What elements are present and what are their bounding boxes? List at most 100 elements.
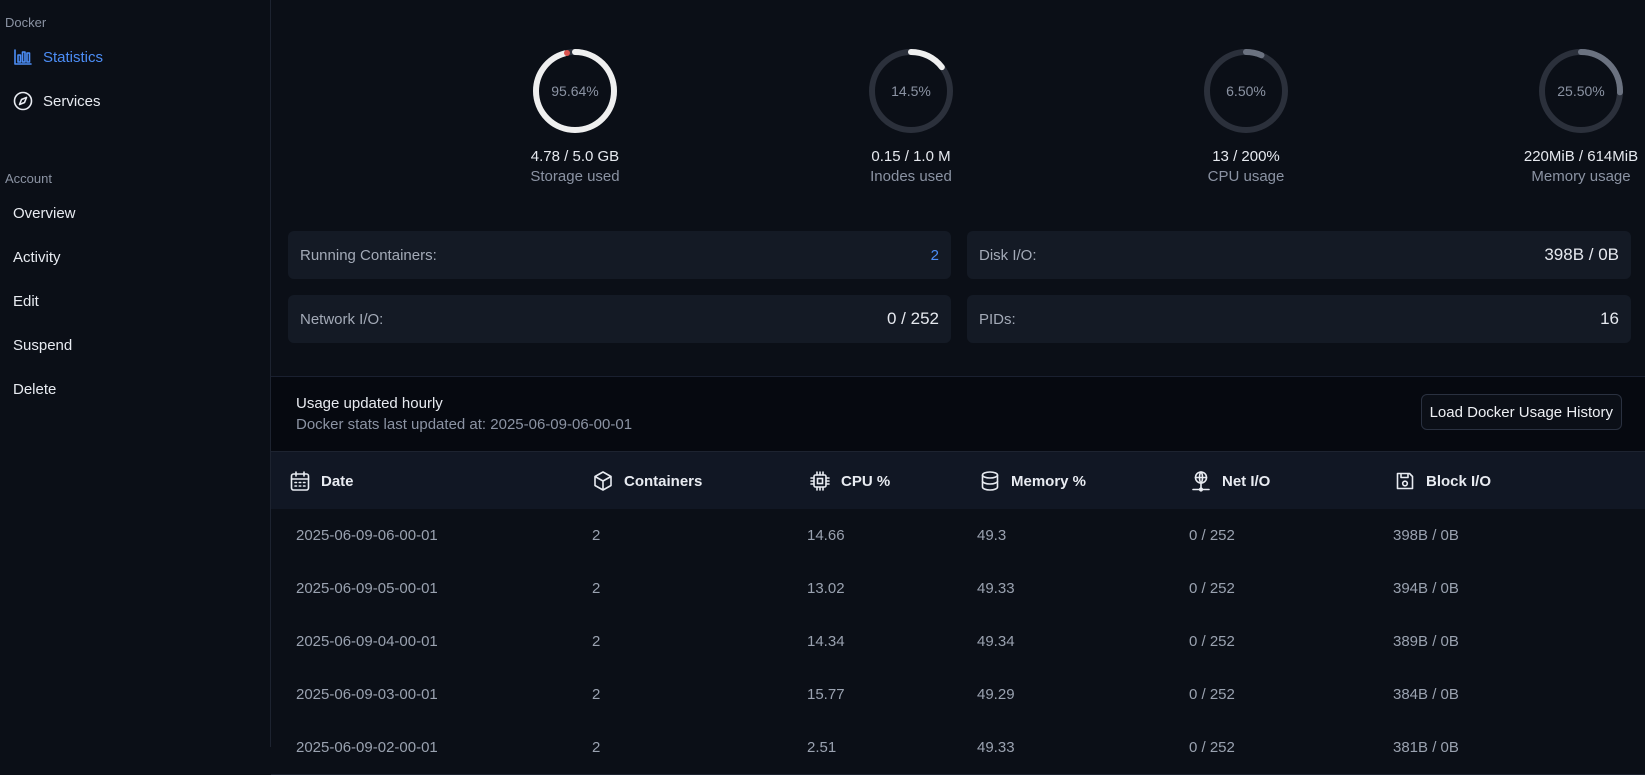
storage-gauge: 95.64% 4.78 / 5.0 GB Storage used: [455, 46, 695, 185]
cell-cpu: 14.66: [807, 527, 845, 544]
gauge-percent: 6.50%: [1226, 83, 1266, 99]
column-label: Memory %: [1011, 472, 1087, 490]
sidebar-item-label: Statistics: [43, 48, 104, 66]
cell-containers: 2: [592, 527, 601, 544]
cell-memory: 49.34: [977, 633, 1015, 650]
cell-memory: 49.29: [977, 686, 1015, 703]
inodes-ring: 14.5%: [869, 49, 953, 133]
column-header-date[interactable]: Date: [289, 452, 354, 510]
gauge-percent: 14.5%: [891, 83, 931, 99]
gauge-label: Storage used: [530, 168, 620, 185]
gauge-value: 220MiB / 614MiB: [1523, 148, 1639, 165]
column-label: Block I/O: [1426, 472, 1492, 490]
cell-cpu: 13.02: [807, 580, 845, 597]
network-io-card: Network I/O: 0 / 252: [288, 295, 951, 343]
compass-icon: [13, 91, 33, 111]
column-label: Containers: [624, 472, 703, 490]
column-header-block-io[interactable]: Block I/O: [1394, 452, 1491, 510]
history-title: Usage updated hourly: [296, 395, 443, 412]
cell-date: 2025-06-09-03-00-01: [296, 686, 438, 703]
sidebar-item-overview[interactable]: Overview: [13, 199, 76, 227]
disk-io-card: Disk I/O: 398B / 0B: [967, 231, 1631, 279]
gauge-percent: 25.50%: [1557, 83, 1604, 99]
cell-cpu: 15.77: [807, 686, 845, 703]
stat-label: Disk I/O:: [979, 246, 1037, 264]
cell-memory: 49.33: [977, 580, 1015, 597]
table-row: 2025-06-09-04-00-01 2 14.34 49.34 0 / 25…: [271, 615, 1645, 669]
cell-net-io: 0 / 252: [1189, 686, 1235, 703]
gauge-label: CPU usage: [1207, 168, 1285, 185]
table-row: 2025-06-09-05-00-01 2 13.02 49.33 0 / 25…: [271, 562, 1645, 616]
running-containers-link[interactable]: 2: [931, 247, 939, 264]
gauge-value: 13 / 200%: [1212, 148, 1280, 165]
sidebar: Docker Statistics Services Account Overv…: [0, 0, 271, 747]
stat-label: PIDs:: [979, 310, 1016, 328]
sidebar-item-edit[interactable]: Edit: [13, 287, 39, 315]
cpu-gauge: 6.50% 13 / 200% CPU usage: [1126, 46, 1366, 185]
cell-containers: 2: [592, 580, 601, 597]
network-icon: [1190, 470, 1212, 492]
cell-block-io: 381B / 0B: [1393, 739, 1459, 756]
sidebar-item-activity[interactable]: Activity: [13, 243, 61, 271]
cell-date: 2025-06-09-02-00-01: [296, 739, 438, 756]
table-row: 2025-06-09-06-00-01 2 14.66 49.3 0 / 252…: [271, 509, 1645, 563]
table-row: 2025-06-09-02-00-01 2 2.51 49.33 0 / 252…: [271, 721, 1645, 775]
column-label: Date: [321, 472, 354, 490]
table-row: 2025-06-09-03-00-01 2 15.77 49.29 0 / 25…: [271, 668, 1645, 722]
load-docker-usage-history-button[interactable]: Load Docker Usage History: [1420, 394, 1622, 430]
sidebar-item-suspend[interactable]: Suspend: [13, 331, 72, 359]
cell-containers: 2: [592, 739, 601, 756]
gauge-percent: 95.64%: [551, 83, 598, 99]
stat-label: Network I/O:: [300, 310, 384, 328]
column-header-containers[interactable]: Containers: [592, 452, 702, 510]
cell-date: 2025-06-09-05-00-01: [296, 580, 438, 597]
cell-block-io: 398B / 0B: [1393, 527, 1459, 544]
gauge-value: 4.78 / 5.0 GB: [530, 148, 620, 165]
column-header-memory[interactable]: Memory %: [979, 452, 1086, 510]
cell-net-io: 0 / 252: [1189, 527, 1235, 544]
memory-ring: 25.50%: [1539, 49, 1623, 133]
stat-label: Running Containers:: [300, 246, 437, 264]
floppy-disk-icon: [1394, 470, 1416, 492]
column-header-cpu[interactable]: CPU %: [809, 452, 890, 510]
sidebar-section-account: Account: [5, 171, 52, 186]
gauge-value: 0.15 / 1.0 M: [871, 148, 951, 165]
database-icon: [979, 470, 1001, 492]
cell-block-io: 394B / 0B: [1393, 580, 1459, 597]
cell-block-io: 389B / 0B: [1393, 633, 1459, 650]
sidebar-item-services[interactable]: Services: [13, 87, 101, 115]
table-header: Date Containers CPU % Memory % Net I/O B…: [271, 451, 1645, 511]
stat-value: 0 / 252: [887, 309, 939, 328]
pids-card: PIDs: 16: [967, 295, 1631, 343]
cell-net-io: 0 / 252: [1189, 739, 1235, 756]
storage-ring-tip: [564, 50, 570, 56]
cell-date: 2025-06-09-04-00-01: [296, 633, 438, 650]
sidebar-section-docker: Docker: [5, 15, 47, 30]
column-header-net-io[interactable]: Net I/O: [1190, 452, 1270, 510]
bar-chart-icon: [13, 47, 33, 67]
stat-value: 398B / 0B: [1544, 245, 1619, 264]
cell-cpu: 2.51: [807, 739, 837, 756]
running-containers-card: Running Containers: 2: [288, 231, 951, 279]
cpu-chip-icon: [809, 470, 831, 492]
memory-gauge: 25.50% 220MiB / 614MiB Memory usage: [1461, 46, 1645, 185]
usage-history-header: Usage updated hourly Docker stats last u…: [271, 376, 1645, 452]
calendar-icon: [289, 470, 311, 492]
cube-icon: [592, 470, 614, 492]
cell-containers: 2: [592, 633, 601, 650]
column-label: Net I/O: [1222, 472, 1271, 490]
inodes-gauge: 14.5% 0.15 / 1.0 M Inodes used: [791, 46, 1031, 185]
cell-block-io: 384B / 0B: [1393, 686, 1459, 703]
history-subtitle: Docker stats last updated at: 2025-06-09…: [296, 416, 633, 433]
cell-net-io: 0 / 252: [1189, 580, 1235, 597]
sidebar-item-delete[interactable]: Delete: [13, 375, 56, 403]
cpu-ring: 6.50%: [1204, 49, 1288, 133]
stat-value: 16: [1600, 309, 1619, 328]
gauge-label: Memory usage: [1531, 168, 1631, 185]
sidebar-item-statistics[interactable]: Statistics: [13, 43, 103, 71]
cell-cpu: 14.34: [807, 633, 845, 650]
cell-containers: 2: [592, 686, 601, 703]
gauge-label: Inodes used: [870, 168, 952, 185]
cell-net-io: 0 / 252: [1189, 633, 1235, 650]
storage-ring: 95.64%: [533, 49, 617, 133]
